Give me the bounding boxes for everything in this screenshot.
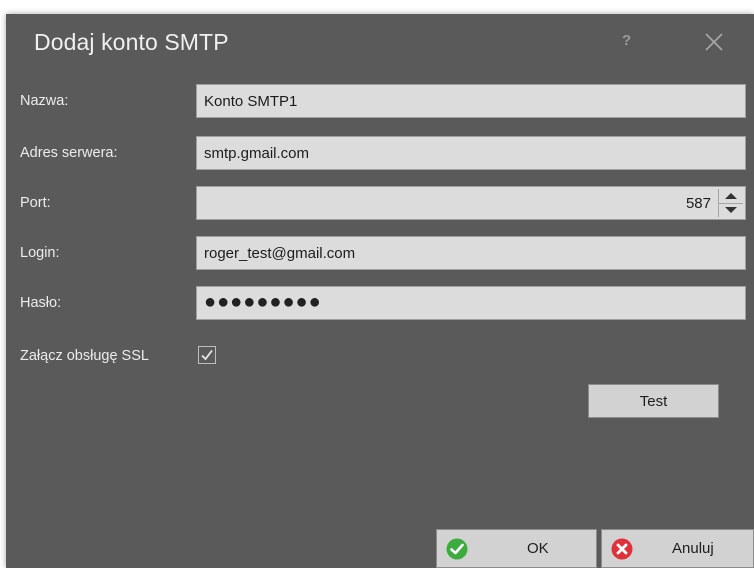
name-input[interactable]: Konto SMTP1 bbox=[196, 84, 746, 118]
title-bar: Dodaj konto SMTP ? bbox=[6, 14, 754, 76]
password-row: Hasło: ●●●●●●●●● bbox=[6, 286, 754, 322]
close-icon[interactable] bbox=[703, 31, 725, 53]
ok-button-label: OK bbox=[527, 540, 549, 557]
port-spin-buttons bbox=[718, 189, 743, 217]
cancel-button[interactable]: Anuluj bbox=[601, 529, 754, 568]
cancel-button-label: Anuluj bbox=[672, 540, 714, 557]
login-label: Login: bbox=[20, 245, 60, 261]
login-value: roger_test@gmail.com bbox=[204, 245, 356, 262]
smtp-account-dialog: Dodaj konto SMTP ? Nazwa: Konto SMTP1 Ad… bbox=[6, 14, 754, 568]
password-value: ●●●●●●●●● bbox=[204, 291, 322, 313]
login-input[interactable]: roger_test@gmail.com bbox=[196, 236, 746, 270]
name-row: Nazwa: Konto SMTP1 bbox=[6, 84, 754, 120]
name-label: Nazwa: bbox=[20, 93, 69, 109]
server-row: Adres serwera: smtp.gmail.com bbox=[6, 136, 754, 172]
server-input[interactable]: smtp.gmail.com bbox=[196, 136, 746, 170]
login-row: Login: roger_test@gmail.com bbox=[6, 236, 754, 272]
ssl-checkbox[interactable] bbox=[198, 346, 216, 364]
ssl-label: Załącz obsługę SSL bbox=[20, 348, 149, 364]
checkmark-icon bbox=[201, 349, 213, 361]
name-value: Konto SMTP1 bbox=[204, 93, 298, 110]
check-circle-icon bbox=[446, 538, 468, 560]
server-value: smtp.gmail.com bbox=[204, 145, 310, 162]
password-input[interactable]: ●●●●●●●●● bbox=[196, 286, 746, 320]
port-spinbox[interactable]: 587 bbox=[196, 186, 746, 220]
spin-up-icon[interactable] bbox=[719, 189, 743, 204]
ok-button[interactable]: OK bbox=[436, 529, 597, 568]
port-value: 587 bbox=[685, 195, 711, 212]
dialog-title: Dodaj konto SMTP bbox=[34, 29, 229, 55]
spin-down-icon[interactable] bbox=[719, 203, 743, 217]
password-label: Hasło: bbox=[20, 295, 62, 311]
x-circle-icon bbox=[611, 538, 633, 560]
port-row: Port: 587 bbox=[6, 186, 754, 222]
help-icon[interactable]: ? bbox=[622, 32, 631, 49]
test-button[interactable]: Test bbox=[588, 384, 719, 418]
test-button-label: Test bbox=[639, 393, 668, 410]
port-label: Port: bbox=[20, 195, 51, 211]
server-label: Adres serwera: bbox=[20, 145, 118, 161]
